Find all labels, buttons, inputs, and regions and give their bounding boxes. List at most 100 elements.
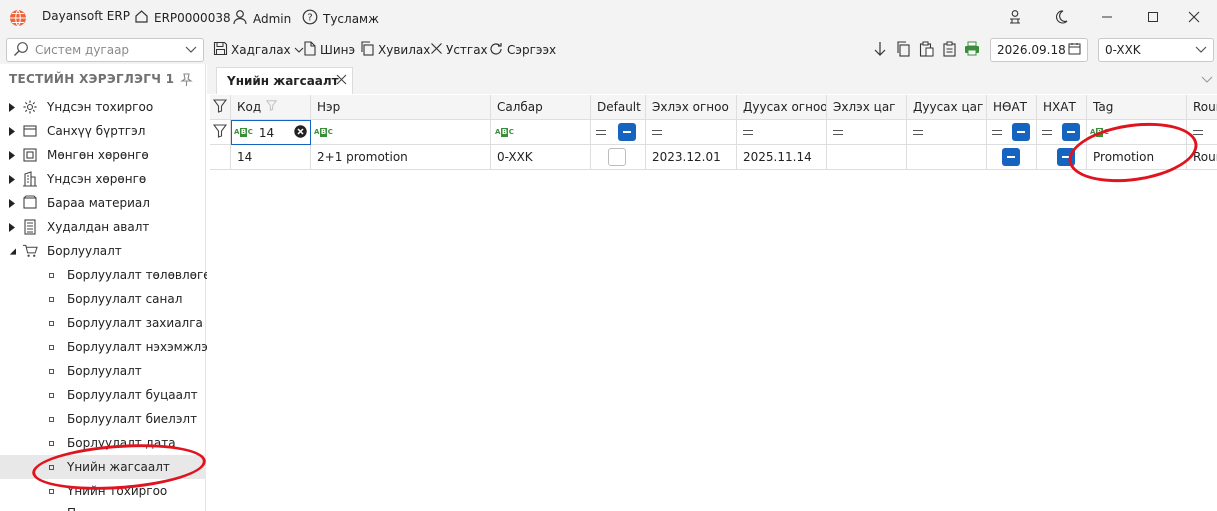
user-menu[interactable]: Admin <box>232 9 291 28</box>
sidebar-subitem-sales-offer[interactable]: Борлуулалт санал <box>0 287 206 311</box>
cell-end-time[interactable] <box>907 145 987 170</box>
vat-checkbox[interactable] <box>1002 148 1020 166</box>
table-row[interactable]: 14 2+1 promotion 0-XXK 2023.12.01 2025.1… <box>210 145 1217 170</box>
filter-start-date[interactable] <box>646 120 737 145</box>
cell-start-time[interactable] <box>827 145 907 170</box>
sidebar-item-sales[interactable]: Борлуулалт <box>0 239 206 263</box>
filter-end-date[interactable] <box>737 120 827 145</box>
cell-code[interactable]: 14 <box>231 145 311 170</box>
arrow-down-icon <box>873 41 887 60</box>
column-header-round[interactable]: Round <box>1187 95 1217 120</box>
sidebar-item-cash[interactable]: Мөнгөн хөрөнгө <box>0 143 206 167</box>
filter-vat[interactable] <box>987 120 1037 145</box>
new-button[interactable]: Шинэ <box>303 40 355 60</box>
filter-round[interactable] <box>1187 120 1217 145</box>
filter-city-tax[interactable] <box>1037 120 1087 145</box>
price-list-grid: Код Нэр Салбар Default Эхлэх огноо Дууса… <box>210 95 1217 511</box>
cell-default[interactable] <box>591 145 646 170</box>
sidebar-subitem-sales-data[interactable]: Борлуулалт дата <box>0 431 206 455</box>
filter-toggle-header[interactable] <box>210 95 231 120</box>
column-header-code[interactable]: Код <box>231 95 311 120</box>
filter-code[interactable]: ABC 14 <box>231 120 311 145</box>
print-button[interactable] <box>963 40 981 60</box>
column-header-city-tax[interactable]: НХАТ <box>1037 95 1087 120</box>
column-header-end-time[interactable]: Дуусах цаг <box>907 95 987 120</box>
download-button[interactable] <box>871 40 889 60</box>
copy-button[interactable]: Хувилах <box>360 40 430 60</box>
close-tab-icon[interactable] <box>336 74 347 88</box>
equals-icon <box>596 129 606 135</box>
cell-name[interactable]: 2+1 promotion <box>311 145 491 170</box>
funnel-icon <box>266 100 278 114</box>
cell-tag[interactable]: Promotion <box>1087 145 1187 170</box>
column-header-start-time[interactable]: Эхлэх цаг <box>827 95 907 120</box>
clipboard-list-button[interactable] <box>940 40 958 60</box>
column-header-default[interactable]: Default <box>591 95 646 120</box>
filter-branch[interactable]: ABC <box>491 120 591 145</box>
user-settings-button[interactable] <box>992 0 1038 36</box>
filter-end-time[interactable] <box>907 120 987 145</box>
filter-default[interactable] <box>591 120 646 145</box>
minimize-button[interactable] <box>1084 0 1130 36</box>
sidebar-subitem-label: Үнийн жагсаалт <box>67 460 170 474</box>
column-header-branch[interactable]: Салбар <box>491 95 591 120</box>
cell-start-date[interactable]: 2023.12.01 <box>646 145 737 170</box>
save-button[interactable]: Хадгалах <box>213 40 304 60</box>
copy-document-button[interactable] <box>894 40 912 60</box>
branch-select[interactable]: 0-XXK <box>1098 38 1214 62</box>
city-tax-checkbox[interactable] <box>1057 148 1075 166</box>
expand-arrow-icon <box>8 198 16 208</box>
sidebar-subitem-price-settings[interactable]: Үнийн тохиргоо <box>0 479 206 503</box>
tab-price-list[interactable]: Үнийн жагсаалт <box>216 67 353 94</box>
sidebar-subitem-sales-order[interactable]: Борлуулалт захиалга <box>0 311 206 335</box>
theme-toggle-button[interactable] <box>1038 0 1084 36</box>
column-header-name[interactable]: Нэр <box>311 95 491 120</box>
filter-tag[interactable]: ABC <box>1087 120 1187 145</box>
filter-start-time[interactable] <box>827 120 907 145</box>
system-code[interactable]: ERP0000038 <box>134 9 231 27</box>
paste-button[interactable] <box>917 40 935 60</box>
bullet-icon <box>49 441 54 446</box>
refresh-button[interactable]: Сэргээх <box>488 40 556 60</box>
column-label: Эхлэх цаг <box>833 100 896 114</box>
sidebar-subitem-partial[interactable]: П <box>0 501 206 511</box>
clear-filter-icon[interactable] <box>294 124 307 141</box>
help-button[interactable]: ? Тусламж <box>302 9 379 28</box>
sidebar-subitem-sales-return[interactable]: Борлуулалт буцаалт <box>0 383 206 407</box>
sidebar-item-fixed-assets[interactable]: Үндсэн хөрөнгө <box>0 167 206 191</box>
new-label: Шинэ <box>320 43 356 57</box>
pin-button[interactable] <box>180 73 193 90</box>
sidebar-subitem-sales-plan[interactable]: Борлуулалт төлөвлөгөө <box>0 263 218 287</box>
column-header-tag[interactable]: Tag <box>1087 95 1187 120</box>
delete-button[interactable]: Устгах <box>430 40 488 60</box>
person-settings-icon <box>1007 9 1023 28</box>
cell-city-tax[interactable] <box>1037 145 1087 170</box>
column-header-end-date[interactable]: Дуусах огноо <box>737 95 827 120</box>
sidebar-item-finance[interactable]: Санхүү бүртгэл <box>0 119 206 143</box>
sidebar-subitem-label: Борлуулалт <box>67 364 142 378</box>
maximize-button[interactable] <box>1130 0 1176 36</box>
cell-branch[interactable]: 0-XXK <box>491 145 591 170</box>
column-header-start-date[interactable]: Эхлэх огноо <box>646 95 737 120</box>
system-number-search[interactable]: Систем дугаар <box>6 38 204 62</box>
cell-round[interactable]: Round <box>1187 145 1217 170</box>
indeterminate-checkbox[interactable] <box>1012 123 1030 141</box>
sidebar-subitem-price-list[interactable]: Үнийн жагсаалт <box>0 455 206 479</box>
sidebar-subitem-sales[interactable]: Борлуулалт <box>0 359 206 383</box>
sidebar-subitem-sales-performance[interactable]: Борлуулалт биелэлт <box>0 407 206 431</box>
cell-vat[interactable] <box>987 145 1037 170</box>
indeterminate-checkbox[interactable] <box>1062 123 1080 141</box>
sidebar-item-inventory[interactable]: Бараа материал <box>0 191 206 215</box>
chevron-down-icon[interactable] <box>1201 73 1213 87</box>
cell-end-date[interactable]: 2025.11.14 <box>737 145 827 170</box>
date-picker[interactable]: 2026.09.18 <box>990 38 1088 62</box>
close-window-button[interactable] <box>1171 0 1217 36</box>
indeterminate-checkbox[interactable] <box>618 123 636 141</box>
funnel-icon <box>212 98 228 116</box>
column-header-vat[interactable]: НӨАТ <box>987 95 1037 120</box>
sidebar-item-general-settings[interactable]: Үндсэн тохиргоо <box>0 95 206 119</box>
sidebar-subitem-sales-invoice[interactable]: Борлуулалт нэхэмжлэх <box>0 335 215 359</box>
sidebar-item-purchasing[interactable]: Худалдан авалт <box>0 215 206 239</box>
default-checkbox[interactable] <box>608 148 626 166</box>
filter-name[interactable]: ABC <box>311 120 491 145</box>
